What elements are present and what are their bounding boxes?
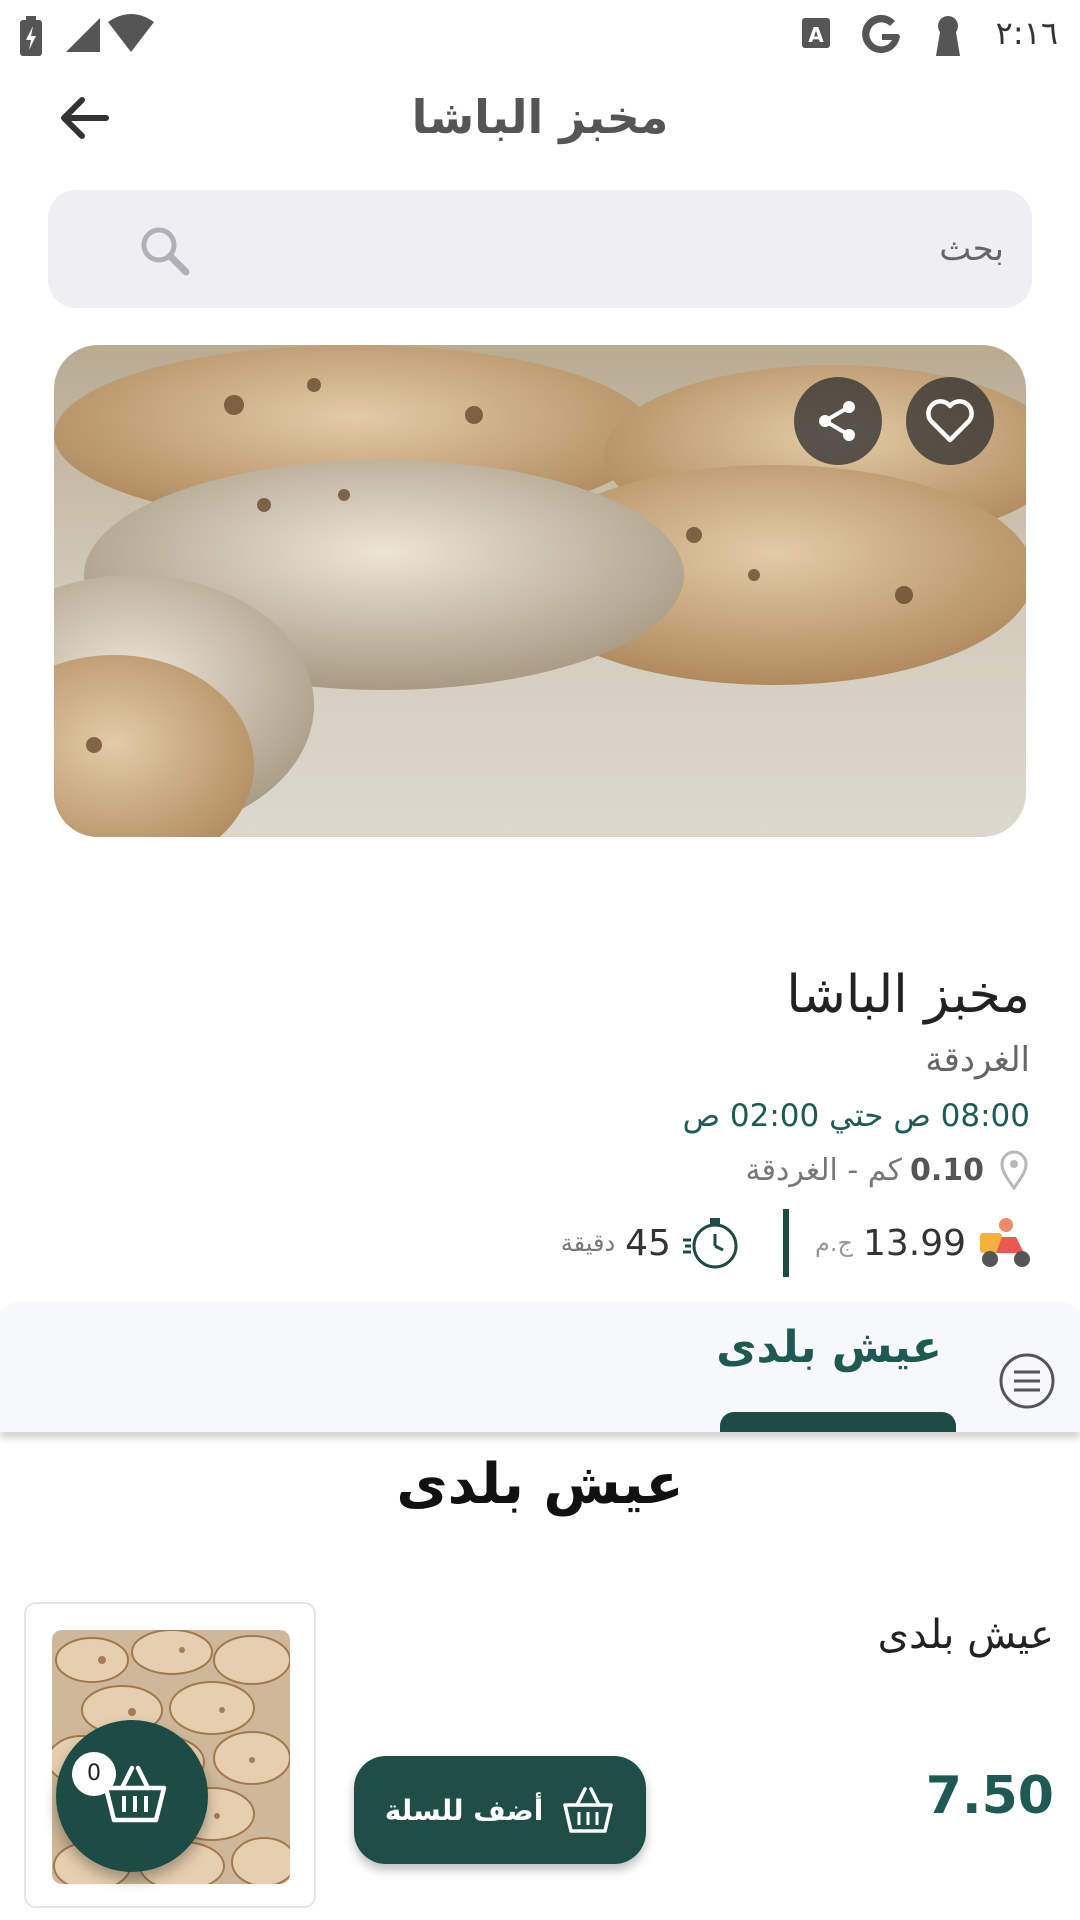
store-hours: 08:00 ص حتي 02:00 ص (682, 1098, 1030, 1134)
share-icon (819, 401, 855, 441)
categories-menu-icon[interactable] (998, 1352, 1056, 1410)
category-tab-bar: عيش بلدى (0, 1302, 1080, 1432)
add-to-cart-label: أضف للسلة (384, 1793, 544, 1827)
delivery-scooter-icon (980, 1218, 1030, 1267)
distance-value: 0.10 (909, 1152, 984, 1188)
cart-count-badge: 0 (72, 1752, 116, 1796)
basket-icon (563, 1787, 614, 1833)
wifi-icon (108, 14, 154, 52)
search-input[interactable] (178, 190, 1004, 308)
store-city: الغردقة (925, 1040, 1030, 1080)
app-bar: مخبز الباشا (0, 72, 1080, 182)
translate-icon: A (802, 18, 830, 48)
page-title: مخبز الباشا (411, 90, 669, 144)
tab-indicator (720, 1412, 956, 1432)
product-price: 7.50 (925, 1766, 1054, 1826)
distance-text: كم - الغردقة (745, 1152, 902, 1188)
google-icon (862, 14, 900, 53)
cart-fab[interactable]: 0 (56, 1720, 208, 1872)
tab-category-baladi[interactable]: عيش بلدى (716, 1322, 942, 1373)
signal-icon (66, 18, 100, 52)
store-banner (54, 345, 1026, 837)
currency: ج.م (814, 1229, 853, 1257)
stopwatch-icon (682, 1218, 738, 1269)
status-bar: A ٢:١٦ (0, 0, 1080, 72)
store-distance: 0.10 كم - الغردقة (130, 1150, 1030, 1190)
search-bar[interactable] (48, 190, 1032, 308)
status-time: ٢:١٦ (995, 14, 1058, 52)
section-title: عيش بلدى (396, 1452, 684, 1517)
heart-icon (926, 399, 974, 443)
product-name: عيش بلدى (877, 1612, 1054, 1658)
add-to-cart-button[interactable]: أضف للسلة (354, 1756, 646, 1864)
store-name: مخبز الباشا (786, 965, 1030, 1025)
svg-text:A: A (808, 23, 824, 47)
location-pin-icon (1000, 1150, 1028, 1190)
delivery-fee: 13.99 (862, 1222, 966, 1264)
delivery-info: 13.99 ج.م 45 دقيقة (134, 1208, 1034, 1278)
share-button[interactable] (794, 377, 882, 465)
eta-value: 45 (625, 1222, 671, 1264)
favorite-button[interactable] (906, 377, 994, 465)
battery-charging-icon (20, 16, 42, 56)
keyhole-icon (936, 16, 960, 56)
eta-unit: دقيقة (560, 1229, 616, 1257)
divider (782, 1209, 789, 1277)
